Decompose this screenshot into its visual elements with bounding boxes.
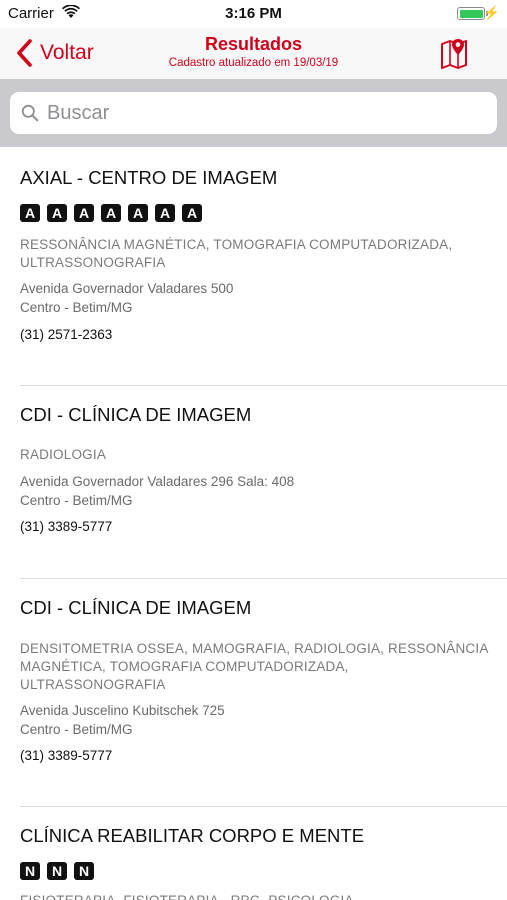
provider-address-street: Avenida Governador Valadares 296 Sala: 4… bbox=[20, 474, 295, 489]
badge-a-icon: A bbox=[101, 204, 121, 222]
provider-services: FISIOTERAPIA, FISIOTERAPIA - RPG, PSICOL… bbox=[20, 892, 490, 900]
provider-services: DENSITOMETRIA OSSEA, MAMOGRAFIA, RADIOLO… bbox=[20, 641, 488, 692]
badge-n-icon: N bbox=[47, 862, 67, 880]
provider-name: CDI - CLÍNICA DE IMAGEM bbox=[20, 404, 252, 425]
status-bar: Carrier 3:16 PM ⚡ bbox=[0, 0, 507, 28]
badge-a-icon: A bbox=[155, 204, 175, 222]
navigation-bar: Voltar Resultados Cadastro atualizado em… bbox=[0, 28, 507, 79]
provider-name: CDI - CLÍNICA DE IMAGEM bbox=[20, 597, 252, 618]
list-item[interactable]: AXIAL - CENTRO DE IMAGEM A A A A A A A R… bbox=[0, 147, 507, 385]
provider-address-street: Avenida Governador Valadares 500 bbox=[20, 281, 234, 296]
badge-a-icon: A bbox=[20, 204, 40, 222]
search-input[interactable] bbox=[47, 101, 467, 125]
provider-phone[interactable]: (31) 2571-2363 bbox=[20, 327, 112, 342]
provider-name: AXIAL - CENTRO DE IMAGEM bbox=[20, 167, 278, 188]
list-item[interactable]: CDI - CLÍNICA DE IMAGEM DENSITOMETRIA OS… bbox=[0, 579, 507, 806]
page-title: Resultados bbox=[204, 34, 303, 54]
badge-a-icon: A bbox=[74, 204, 94, 222]
provider-address-city: Centro - Betim/MG bbox=[20, 493, 133, 508]
badge-a-icon: A bbox=[128, 204, 148, 222]
provider-services: RESSONÂNCIA MAGNÉTICA, TOMOGRAFIA COMPUT… bbox=[20, 237, 453, 270]
provider-badges: A A A A A A A bbox=[20, 204, 202, 222]
update-date-subtitle: Cadastro atualizado em 19/03/19 bbox=[168, 57, 339, 69]
provider-phone[interactable]: (31) 3389-5777 bbox=[20, 519, 112, 534]
provider-badges: N N N bbox=[20, 862, 94, 880]
badge-a-icon: A bbox=[182, 204, 202, 222]
search-bar[interactable] bbox=[10, 92, 497, 134]
battery-icon bbox=[457, 7, 485, 20]
badge-n-icon: N bbox=[20, 862, 40, 880]
search-area bbox=[0, 79, 507, 147]
provider-address-street: Avenida Juscelino Kubitschek 725 bbox=[20, 703, 225, 718]
list-item[interactable]: CDI - CLÍNICA DE IMAGEM RADIOLOGIA Aveni… bbox=[0, 386, 507, 578]
provider-address-city: Centro - Betim/MG bbox=[20, 300, 133, 315]
search-icon bbox=[21, 104, 39, 122]
map-pin-icon bbox=[441, 39, 467, 69]
list-item[interactable]: CLÍNICA REABILITAR CORPO E MENTE N N N F… bbox=[0, 807, 507, 900]
provider-phone[interactable]: (31) 3389-5777 bbox=[20, 748, 112, 763]
map-button[interactable] bbox=[439, 37, 473, 69]
provider-address-city: Centro - Betim/MG bbox=[20, 722, 133, 737]
badge-n-icon: N bbox=[74, 862, 94, 880]
badge-a-icon: A bbox=[47, 204, 67, 222]
provider-name: CLÍNICA REABILITAR CORPO E MENTE bbox=[20, 825, 365, 846]
charging-icon: ⚡ bbox=[483, 5, 500, 20]
clock: 3:16 PM bbox=[225, 5, 282, 22]
provider-services: RADIOLOGIA bbox=[20, 447, 107, 462]
